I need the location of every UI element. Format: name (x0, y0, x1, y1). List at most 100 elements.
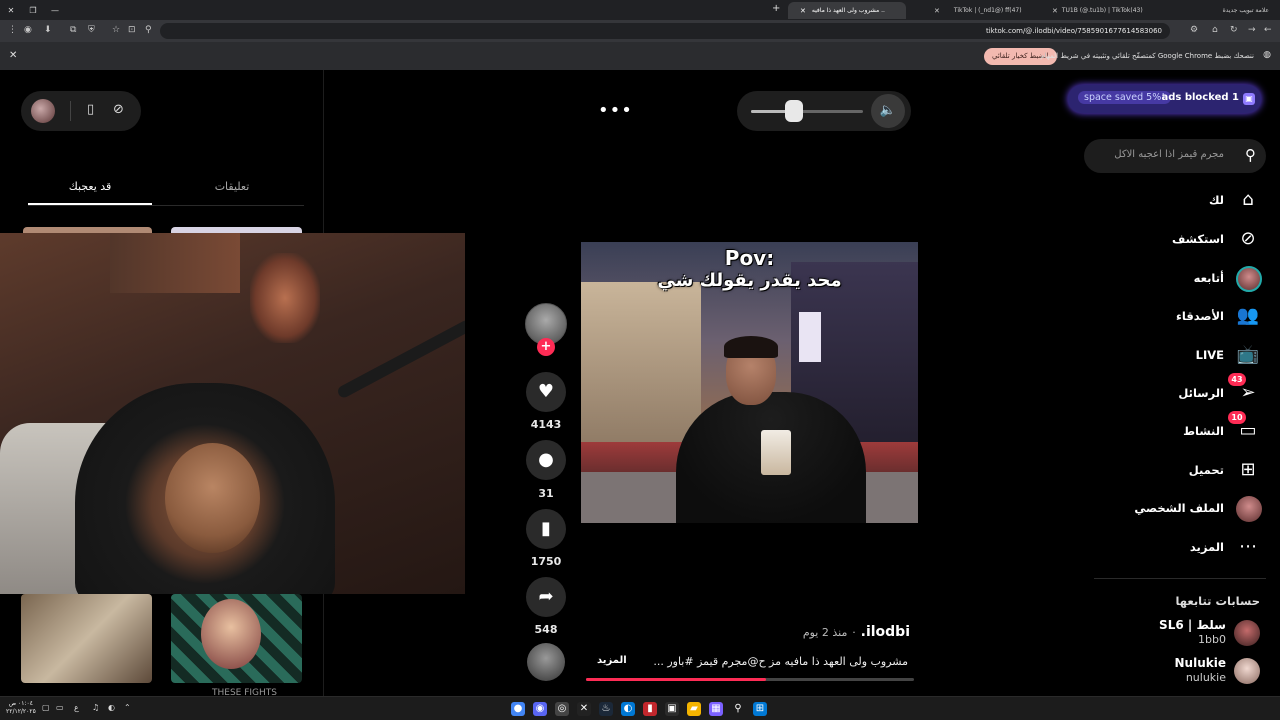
search-box[interactable]: مجرم قيمز اذا اعجبه الاكل ⚲ (1084, 139, 1266, 173)
home-icon: ⌂ (1242, 189, 1254, 210)
volume-slider-knob[interactable] (784, 100, 803, 122)
address-url: tiktok.com/@.ilodbi/video/75859016776145… (985, 27, 1162, 35)
tab-close-icon[interactable]: ✕ (800, 7, 806, 15)
video-player[interactable]: Pov: محد يقدر يقولك شي (581, 242, 918, 523)
tray-expand-icon[interactable]: ⌃ (124, 703, 131, 712)
forward-icon[interactable]: → (1248, 25, 1256, 35)
language-indicator[interactable]: ع (74, 703, 79, 712)
nav-profile[interactable]: الملف الشخصي (1134, 494, 1262, 522)
windows-taskbar: ٠١:٠٤ ص ٢٢/١٢/٢٠٢٥ ▢ ▭ ع ♫ ◐ ⌃ ● ◉ ◎ ✕ ♨… (0, 696, 1280, 720)
edge-icon[interactable]: ◐ (621, 702, 635, 716)
left-panel-tabs: قد يعجبك تعليقات (28, 176, 304, 206)
volume-tray-icon[interactable]: ◐ (108, 703, 115, 712)
nav-upload[interactable]: تحميل ⊞ (1189, 456, 1260, 484)
left-toolbar-pill: ▯ ⊘ (21, 91, 141, 131)
infobar-close-icon[interactable]: ✕ (9, 50, 17, 61)
extensions-icon[interactable]: ⧉ (70, 25, 76, 35)
nav-following[interactable]: أتابعه (1194, 264, 1262, 292)
nav-explore[interactable]: استكشف ⊘ (1172, 225, 1260, 253)
xbox-icon[interactable]: ✕ (577, 702, 591, 716)
like-heart-icon[interactable]: ♥ (526, 372, 566, 412)
ad-blocker-badge[interactable]: space saved 5%! ads blocked 1 ▣ (1068, 85, 1261, 113)
tab-tiktok-tu1b[interactable]: ✕ TU1B (@.tu1b) | TikTok(43) (1040, 2, 1156, 19)
video-caption-line1: Pov: (724, 246, 775, 270)
window-minimize-icon[interactable]: — (44, 6, 66, 15)
author-name[interactable]: ilodbi. (861, 624, 910, 640)
nav-live[interactable]: LIVE 📺 (1196, 341, 1260, 369)
terminal-icon[interactable]: ▣ (665, 702, 679, 716)
description-more-link[interactable]: المزيد (597, 655, 627, 666)
nav-friends[interactable]: الأصدقاء 👥 (1176, 302, 1260, 330)
webcam-person-face (165, 443, 260, 553)
music-disc-avatar[interactable] (527, 643, 565, 681)
bookmark-star-icon[interactable]: ☆ (112, 25, 120, 35)
nav-more[interactable]: المزيد ⋯ (1190, 533, 1260, 561)
home-icon[interactable]: ⌂ (1212, 25, 1218, 35)
video-progress-bar[interactable] (586, 678, 914, 681)
tab-close-icon[interactable]: ✕ (1052, 7, 1058, 15)
tune-icon[interactable]: ⚙ (1190, 25, 1198, 35)
address-bar[interactable]: tiktok.com/@.ilodbi/video/75859016776145… (160, 23, 1170, 39)
file-explorer-icon[interactable]: ▰ (687, 702, 701, 716)
nav-label: تحميل (1188, 463, 1224, 477)
nav-label: النشاط (1183, 424, 1224, 438)
chrome-icon[interactable]: ● (511, 702, 525, 716)
app-icon[interactable]: ◎ (555, 702, 569, 716)
compass-icon[interactable]: ⊘ (113, 102, 124, 117)
tab-tiktok-nd1[interactable]: ✕ TikTok | (_nd1@) ff(47) (922, 2, 1032, 19)
window-close-icon[interactable]: ✕ (0, 6, 22, 15)
comment-icon[interactable]: ● (526, 440, 566, 480)
menu-icon[interactable]: ⋮ (8, 25, 17, 35)
search-placeholder: مجرم قيمز اذا اعجبه الاكل (1114, 149, 1224, 160)
tab-new-tab[interactable]: علامة تبويب جديدة (1165, 2, 1275, 19)
volume-slider[interactable] (751, 110, 863, 113)
account-avatar (1234, 658, 1260, 684)
separator-dot: · (852, 626, 856, 639)
nav-messages[interactable]: الرسائل ➢ 43 (1178, 373, 1260, 407)
search-taskbar-icon[interactable]: ⚲ (731, 702, 745, 716)
account-handle: 1bb0 (1198, 633, 1226, 646)
tab-comments[interactable]: تعليقات (170, 180, 294, 193)
device-icon[interactable]: ▯ (87, 102, 94, 117)
zoom-icon[interactable]: ⚲ (145, 25, 152, 35)
nav-label: الرسائل (1178, 386, 1224, 400)
window-restore-icon[interactable]: ❐ (22, 6, 44, 15)
nav-for-you[interactable]: لك ⌂ (1209, 186, 1260, 214)
new-tab-icon[interactable]: + (772, 3, 780, 14)
tab-close-icon[interactable]: ✕ (934, 7, 940, 15)
following-account-item[interactable]: SL6 | سلط 1bb0 (1120, 618, 1260, 648)
profile-icon[interactable]: ◉ (24, 25, 32, 35)
windows-start-icon[interactable]: ⊞ (753, 702, 767, 716)
activity-badge: 10 (1228, 411, 1246, 424)
mic-icon[interactable]: ♫ (92, 703, 99, 712)
notification-icon[interactable]: ▢ (42, 703, 50, 712)
back-icon[interactable]: ← (1264, 25, 1272, 35)
tab-active[interactable]: ✕ مشروب ولى العهد ذا مافيه .. (788, 2, 906, 19)
steam-icon[interactable]: ♨ (599, 702, 613, 716)
video-progress-fill (586, 678, 767, 681)
shield-icon[interactable]: ⛨ (88, 25, 95, 35)
media-app-icon[interactable]: ▮ (643, 702, 657, 716)
follow-plus-icon[interactable]: + (537, 338, 555, 356)
bookmark-icon[interactable]: ▮ (526, 509, 566, 549)
search-icon[interactable]: ⚲ (1245, 146, 1256, 164)
discord-icon[interactable]: ◉ (533, 702, 547, 716)
downloads-icon[interactable]: ⬇ (44, 25, 52, 35)
speaker-icon[interactable]: 🔈 (871, 94, 905, 128)
more-options-icon[interactable]: ••• (598, 100, 633, 121)
share-arrow-icon[interactable]: ➦ (526, 577, 566, 617)
nav-activity[interactable]: النشاط ▭ 10 (1183, 411, 1260, 445)
display-icon[interactable]: ▭ (56, 703, 64, 712)
nav-label: LIVE (1195, 348, 1224, 362)
following-account-item[interactable]: Nulukie nulukie (1120, 656, 1260, 686)
user-avatar[interactable] (31, 99, 55, 123)
reload-icon[interactable]: ↻ (1230, 25, 1238, 35)
tab-you-may-like[interactable]: قد يعجبك (28, 180, 152, 205)
taskbar-clock[interactable]: ٠١:٠٤ ص ٢٢/١٢/٢٠٢٥ (6, 700, 36, 716)
profile-avatar (1236, 496, 1262, 522)
widgets-icon[interactable]: ▦ (709, 702, 723, 716)
clock-date: ٢٢/١٢/٢٠٢٥ (6, 708, 36, 715)
suggested-video-thumb[interactable] (171, 594, 302, 683)
install-app-icon[interactable]: ⊡ (128, 25, 136, 35)
suggested-video-thumb[interactable] (21, 594, 152, 683)
